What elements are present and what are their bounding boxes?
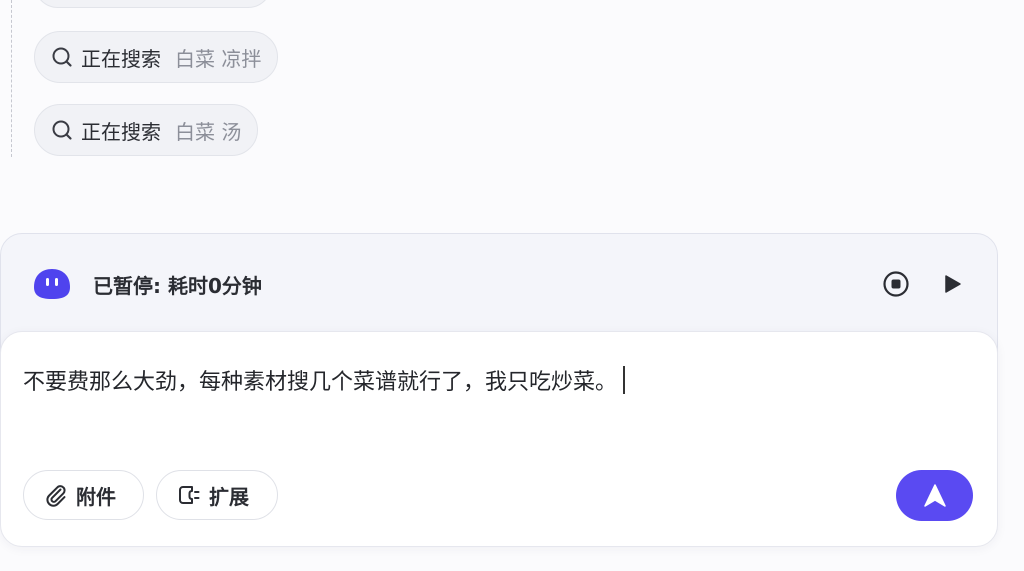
search-status-label: 正在搜索 — [81, 46, 161, 71]
search-icon — [51, 46, 73, 68]
search-query-label: 白菜 凉拌 — [175, 46, 262, 71]
stop-button[interactable] — [881, 269, 911, 299]
send-button[interactable] — [896, 470, 973, 521]
message-input-value: 不要费那么大劲，每种素材搜几个菜谱就行了，我只吃炒菜。 — [23, 370, 618, 395]
search-step-chip: 正在搜索 白菜 凉拌 — [34, 31, 279, 83]
search-status-label: 正在搜索 — [81, 119, 161, 144]
paperclip-icon — [44, 483, 68, 507]
play-button[interactable] — [937, 269, 967, 299]
stop-icon — [883, 271, 909, 297]
search-icon — [51, 119, 73, 141]
task-controls — [881, 269, 967, 299]
attach-button[interactable]: 附件 — [23, 470, 144, 520]
expand-button[interactable]: 扩展 — [156, 470, 278, 520]
chat-page: 正在搜索 白菜 凉拌 正在搜索 白菜 汤 已暂停: 耗时0分钟 不要费那么大劲，… — [0, 0, 1024, 571]
play-icon — [945, 275, 961, 293]
expand-label: 扩展 — [209, 484, 249, 509]
plugin-icon — [177, 483, 201, 507]
search-step-chip-partial — [34, 0, 272, 8]
search-query-label: 白菜 汤 — [175, 119, 242, 144]
send-arrow-icon — [923, 483, 946, 507]
message-composer: 不要费那么大劲，每种素材搜几个菜谱就行了，我只吃炒菜。 附件 扩展 — [0, 331, 998, 547]
timeline-line — [11, 0, 12, 157]
task-status-text: 已暂停: 耗时0分钟 — [93, 273, 262, 298]
bot-avatar-icon — [31, 267, 73, 301]
text-caret — [623, 366, 626, 394]
search-step-chip: 正在搜索 白菜 汤 — [34, 104, 259, 156]
message-input[interactable]: 不要费那么大劲，每种素材搜几个菜谱就行了，我只吃炒菜。 — [23, 364, 626, 396]
attach-label: 附件 — [76, 484, 116, 509]
task-status-row: 已暂停: 耗时0分钟 — [31, 264, 967, 304]
